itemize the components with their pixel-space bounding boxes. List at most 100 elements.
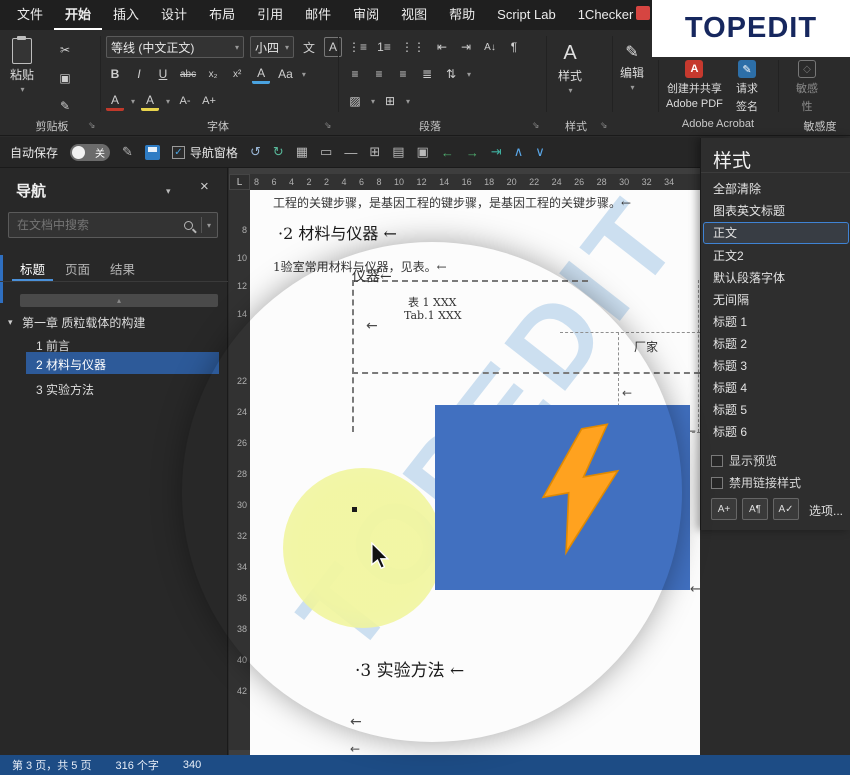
page-indicator[interactable]: 第 3 页，共 5 页 xyxy=(0,757,103,773)
horizontal-line-icon[interactable]: — xyxy=(344,145,357,160)
character-border-icon[interactable]: A xyxy=(324,37,342,57)
decrease-indent-icon[interactable]: ⇤ xyxy=(433,37,451,57)
sensitivity-button[interactable]: ◇ 敏感 性 xyxy=(796,60,818,114)
tab-file[interactable]: 文件 xyxy=(6,0,54,30)
style-heading1[interactable]: 标题 1 xyxy=(701,311,850,333)
selection-handle[interactable] xyxy=(352,507,357,512)
font-launcher-icon[interactable]: ⇘ xyxy=(324,120,332,131)
nav-item-methods[interactable]: 3 实验方法 xyxy=(36,381,94,398)
horizontal-ruler[interactable]: 8 6 4 2 2 4 6 8 10 12 14 16 18 20 22 24 … xyxy=(250,174,700,190)
shrink-font-icon[interactable]: A- xyxy=(176,91,194,111)
draw-table-icon[interactable]: ▦ xyxy=(296,144,308,160)
copy-icon[interactable]: ▣ xyxy=(56,68,74,88)
strikethrough-icon[interactable]: abc xyxy=(178,64,198,84)
insert-rows-icon[interactable]: ▤ xyxy=(392,144,404,160)
tab-stop-selector[interactable]: L xyxy=(229,174,250,190)
align-left-icon[interactable]: ≡ xyxy=(346,64,364,84)
word-count[interactable]: 316 个字 xyxy=(103,757,170,773)
styles-gallery-button[interactable]: A 样式 ▾ xyxy=(558,42,582,95)
font-color-icon[interactable]: A xyxy=(106,91,124,111)
tab-key-icon[interactable]: ⇥ xyxy=(491,144,502,160)
back-arrow-icon[interactable]: ← xyxy=(441,145,454,160)
styles-launcher-icon[interactable]: ⇘ xyxy=(600,120,608,131)
vertical-ruler[interactable]: 8 10 12 14 22 24 26 28 30 32 34 36 38 40… xyxy=(229,190,250,750)
tab-help[interactable]: 帮助 xyxy=(438,0,486,30)
editing-button[interactable]: ✎ 编辑 ▾ xyxy=(620,42,644,92)
document-page[interactable]: TOPEDIT 工程的关键步骤，是基因工程的键步骤，是基因工程的关键步骤。← ·… xyxy=(250,190,700,755)
search-dropdown-icon[interactable]: ▾ xyxy=(207,221,211,230)
text-box-icon[interactable]: ▭ xyxy=(320,144,332,160)
highlight-icon[interactable]: A xyxy=(141,91,159,111)
tab-review[interactable]: 审阅 xyxy=(342,0,390,30)
numbering-icon[interactable]: 1≡ xyxy=(375,37,393,57)
tab-home[interactable]: 开始 xyxy=(54,0,102,30)
tab-view[interactable]: 视图 xyxy=(390,0,438,30)
tab-insert[interactable]: 插入 xyxy=(102,0,150,30)
blue-rectangle-image[interactable] xyxy=(435,405,690,590)
disable-linked-checkbox[interactable] xyxy=(711,477,723,489)
save-button[interactable] xyxy=(145,145,160,160)
align-center-icon[interactable]: ≡ xyxy=(370,64,388,84)
underline-icon[interactable]: U xyxy=(154,64,172,84)
forward-arrow-icon[interactable]: → xyxy=(466,145,479,160)
redo-icon[interactable]: ↻ xyxy=(273,144,284,160)
bold-icon[interactable]: B xyxy=(106,64,124,84)
text-effects-icon[interactable]: A xyxy=(252,64,270,84)
line-spacing-icon[interactable]: ⇅ xyxy=(442,64,460,84)
tab-script-lab[interactable]: Script Lab xyxy=(486,0,567,30)
nav-tab-headings[interactable]: 标题 xyxy=(12,254,53,281)
collapse-icon[interactable]: ∧ xyxy=(514,144,524,160)
nav-tab-results[interactable]: 结果 xyxy=(102,254,143,281)
font-size-select[interactable]: 小四 ▾ xyxy=(250,36,294,58)
create-share-pdf-button[interactable]: A 创建并共享 Adobe PDF xyxy=(666,60,723,110)
expand-icon[interactable]: ∨ xyxy=(535,144,545,160)
multilevel-list-icon[interactable]: ⋮⋮ xyxy=(399,37,427,57)
nav-pane-checkbox[interactable]: ✓ xyxy=(172,146,185,159)
insert-object-icon[interactable]: ▣ xyxy=(417,144,429,160)
search-input[interactable] xyxy=(9,218,184,232)
close-icon[interactable]: × xyxy=(200,178,209,195)
style-heading5[interactable]: 标题 5 xyxy=(701,399,850,421)
style-chart-caption[interactable]: 图表英文标题 xyxy=(701,200,850,222)
style-body-text2[interactable]: 正文2 xyxy=(701,245,850,267)
shading-icon[interactable]: ▨ xyxy=(346,91,364,111)
format-painter-icon[interactable]: ✎ xyxy=(122,144,133,160)
tab-1checker[interactable]: 1Checker xyxy=(567,0,645,30)
yellow-circle-shape[interactable] xyxy=(283,468,443,628)
style-heading4[interactable]: 标题 4 xyxy=(701,377,850,399)
paragraph-launcher-icon[interactable]: ⇘ xyxy=(532,120,540,131)
subscript-icon[interactable]: x₂ xyxy=(204,64,222,84)
tab-layout[interactable]: 布局 xyxy=(198,0,246,30)
grow-font-icon[interactable]: A+ xyxy=(200,91,218,111)
style-no-spacing[interactable]: 无间隔 xyxy=(701,289,850,311)
style-default-font[interactable]: 默认段落字体 xyxy=(701,267,850,289)
nav-item-chapter1[interactable]: 第一章 质粒载体的构建 xyxy=(22,314,145,331)
new-style-button[interactable]: A+ xyxy=(711,498,737,520)
borders-icon[interactable]: ⊞ xyxy=(381,91,399,111)
insert-table-icon[interactable]: ⊞ xyxy=(369,144,380,160)
tab-mailings[interactable]: 邮件 xyxy=(294,0,342,30)
align-right-icon[interactable]: ≡ xyxy=(394,64,412,84)
nav-scrollbar[interactable]: ▴ xyxy=(20,294,218,307)
paste-button[interactable]: 粘贴 ▾ xyxy=(10,38,34,94)
phonetic-guide-icon[interactable]: 文 xyxy=(300,37,318,57)
bullets-icon[interactable]: ⋮≡ xyxy=(346,37,369,57)
autosave-toggle[interactable]: 关 xyxy=(70,144,110,161)
style-heading2[interactable]: 标题 2 xyxy=(701,333,850,355)
tab-design[interactable]: 设计 xyxy=(150,0,198,30)
cut-icon[interactable]: ✂ xyxy=(56,40,74,60)
show-preview-checkbox[interactable] xyxy=(711,455,723,467)
style-clear-all[interactable]: 全部清除 xyxy=(701,178,850,200)
nav-item-materials[interactable]: 2 材料与仪器 xyxy=(36,356,106,373)
sort-icon[interactable]: A↓ xyxy=(481,37,499,57)
superscript-icon[interactable]: x² xyxy=(228,64,246,84)
collapse-triangle-icon[interactable]: ▾ xyxy=(8,317,13,328)
options-link[interactable]: 选项... xyxy=(809,502,843,519)
style-heading3[interactable]: 标题 3 xyxy=(701,355,850,377)
undo-icon[interactable]: ↺ xyxy=(250,144,261,160)
show-marks-icon[interactable]: ¶ xyxy=(505,37,523,57)
request-signature-button[interactable]: ✎ 请求 签名 xyxy=(736,60,758,114)
chevron-down-icon[interactable]: ▾ xyxy=(166,186,171,197)
manage-styles-button[interactable]: A✓ xyxy=(773,498,799,520)
tab-references[interactable]: 引用 xyxy=(246,0,294,30)
